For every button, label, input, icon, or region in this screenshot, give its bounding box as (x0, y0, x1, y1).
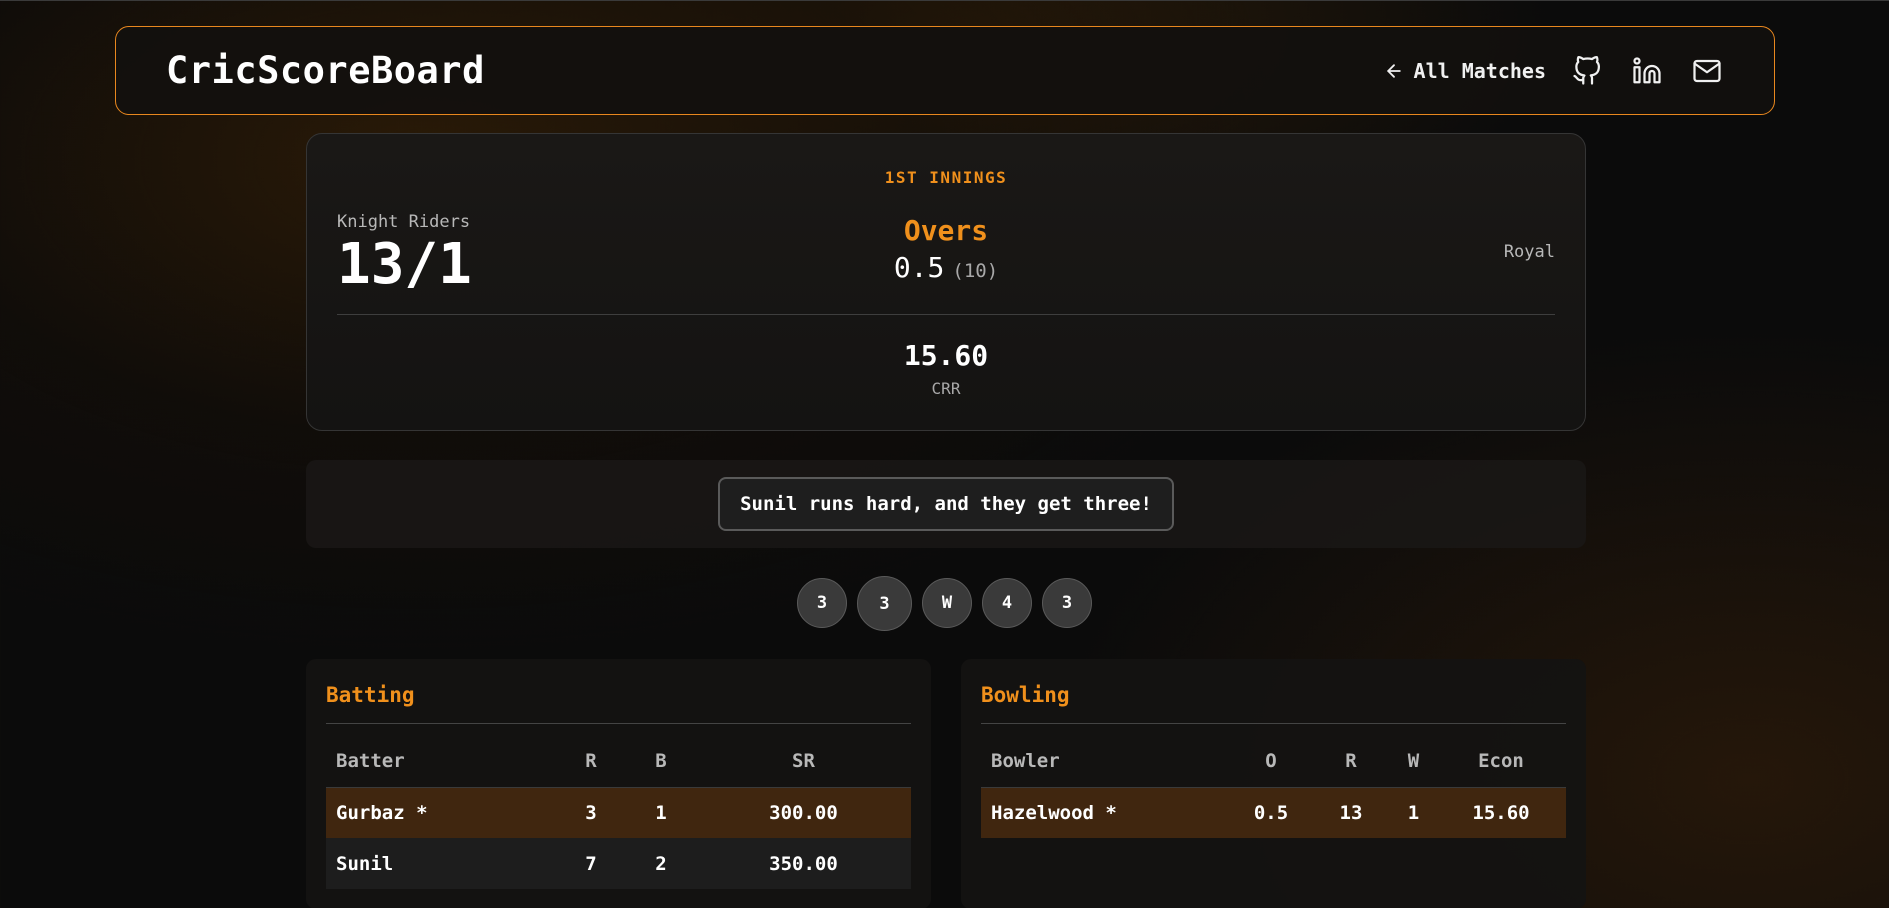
column-header: R (556, 736, 626, 788)
ball-chip: W (922, 578, 972, 628)
column-header: O (1231, 736, 1311, 788)
top-border (0, 0, 1889, 1)
ball-chip: 4 (982, 578, 1032, 628)
column-header: SR (696, 736, 911, 788)
table-header-row: Bowler O R W Econ (981, 736, 1566, 788)
column-header: R (1311, 736, 1391, 788)
table-row: Hazelwood * 0.5 13 1 15.60 (981, 787, 1566, 838)
arrow-left-icon (1386, 63, 1401, 78)
bowling-table: Bowler O R W Econ Hazelwood * 0.5 13 1 1… (981, 736, 1566, 838)
overs-cell: 0.5 (1231, 787, 1311, 838)
column-header: B (626, 736, 696, 788)
bowler-name: Hazelwood * (981, 787, 1231, 838)
score-card: 1ST INNINGS Knight Riders 13/1 Overs 0.5… (306, 133, 1586, 431)
table-row: Sunil 7 2 350.00 (326, 838, 911, 889)
github-link[interactable] (1568, 52, 1606, 90)
ball-chip: 3 (1042, 578, 1092, 628)
batting-title: Batting (326, 683, 415, 707)
table-row: Gurbaz * 3 1 300.00 (326, 787, 911, 838)
column-header: Bowler (981, 736, 1231, 788)
ball-chip: 3 (797, 578, 847, 628)
bowling-title: Bowling (981, 683, 1070, 707)
batting-divider (326, 723, 911, 724)
site-header: CricScoreBoard All Matches (115, 26, 1775, 115)
recent-balls: 3 3 W 4 3 (0, 576, 1889, 631)
overs-number: 0.5 (893, 251, 945, 284)
all-matches-label: All Matches (1413, 58, 1546, 83)
overs-label: Overs (903, 214, 989, 247)
linkedin-link[interactable] (1628, 52, 1666, 90)
bowling-team-name: Royal (1503, 242, 1555, 262)
batting-panel: Batting Batter R B SR Gurbaz * 3 1 300.0… (306, 659, 931, 908)
wickets-cell: 1 (1391, 787, 1436, 838)
github-icon (1573, 55, 1600, 85)
table-header-row: Batter R B SR (326, 736, 911, 788)
header-nav: All Matches (1384, 52, 1726, 90)
runs-cell: 3 (556, 787, 626, 838)
innings-label: 1ST INNINGS (884, 168, 1008, 187)
linkedin-icon (1633, 56, 1661, 83)
overs-block: Overs 0.5 (10) (307, 214, 1585, 284)
mail-link[interactable] (1688, 52, 1726, 90)
column-header: Batter (326, 736, 556, 788)
batting-table: Batter R B SR Gurbaz * 3 1 300.00 Sunil … (326, 736, 911, 889)
mail-icon (1693, 59, 1721, 82)
balls-cell: 1 (626, 787, 696, 838)
overs-value: 0.5 (10) (307, 251, 1585, 284)
brand-title[interactable]: CricScoreBoard (166, 49, 485, 92)
runs-cell: 13 (1311, 787, 1391, 838)
balls-cell: 2 (626, 838, 696, 889)
commentary-panel: Sunil runs hard, and they get three! (306, 460, 1586, 548)
strike-rate-cell: 300.00 (696, 787, 911, 838)
batter-name: Sunil (326, 838, 556, 889)
batter-name: Gurbaz * (326, 787, 556, 838)
bowling-panel: Bowling Bowler O R W Econ Hazelwood * 0.… (961, 659, 1586, 908)
runs-cell: 7 (556, 838, 626, 889)
column-header: W (1391, 736, 1436, 788)
economy-cell: 15.60 (1436, 787, 1566, 838)
crr-label: CRR (931, 379, 961, 398)
crr-value: 15.60 (903, 339, 989, 372)
score-divider (337, 314, 1555, 315)
strike-rate-cell: 350.00 (696, 838, 911, 889)
bowling-divider (981, 723, 1566, 724)
column-header: Econ (1436, 736, 1566, 788)
balls-count: (10) (952, 260, 999, 282)
all-matches-link[interactable]: All Matches (1384, 59, 1546, 83)
ball-chip: 3 (857, 576, 912, 631)
commentary-text: Sunil runs hard, and they get three! (718, 477, 1174, 531)
